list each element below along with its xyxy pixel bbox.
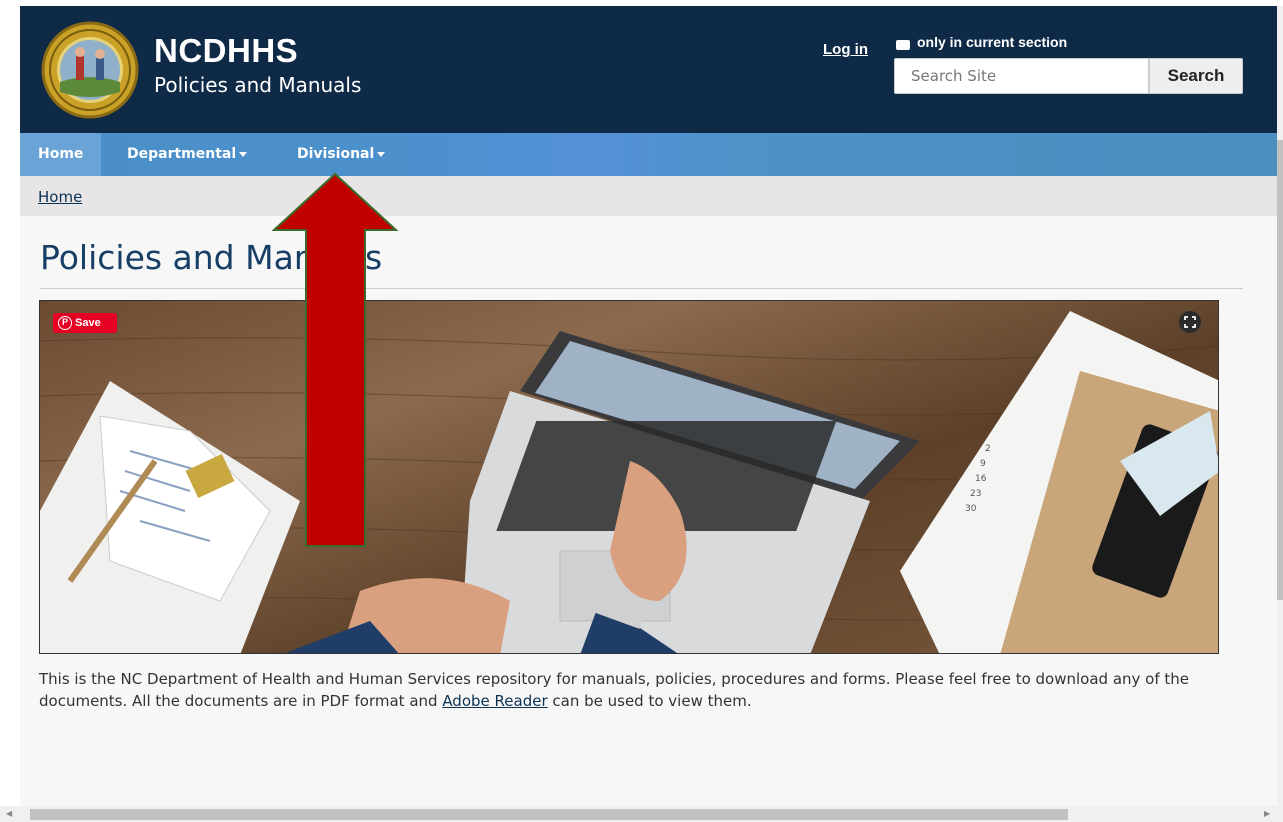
- nav-item-divisional[interactable]: Divisional: [279, 133, 403, 176]
- title-divider: [40, 288, 1243, 289]
- chevron-down-icon: [377, 151, 386, 157]
- intro-text-end: can be used to view them.: [547, 692, 752, 710]
- brand-subtitle[interactable]: Policies and Manuals: [154, 75, 361, 95]
- nav-item-label: Home: [38, 146, 84, 162]
- brand-title[interactable]: NCDHHS: [154, 34, 298, 67]
- adobe-reader-link[interactable]: Adobe Reader: [442, 692, 547, 710]
- nav-item-label: Departmental: [127, 146, 237, 162]
- breadcrumb: Home: [20, 176, 1277, 216]
- red-arrow-annotation: [271, 172, 399, 547]
- state-seal-icon[interactable]: [40, 20, 140, 120]
- scroll-left-icon[interactable]: ◀: [6, 809, 12, 818]
- vertical-scrollbar-thumb[interactable]: [1277, 140, 1283, 600]
- nav-item-departmental[interactable]: Departmental: [109, 133, 265, 176]
- horizontal-scrollbar-thumb[interactable]: [30, 809, 1068, 820]
- scroll-right-icon[interactable]: ▶: [1264, 809, 1270, 818]
- site-header: NCDHHS Policies and Manuals Log in only …: [20, 6, 1277, 134]
- login-link[interactable]: Log in: [823, 41, 868, 58]
- main-nav: Home Departmental Divisional: [20, 133, 1277, 176]
- intro-paragraph: This is the NC Department of Health and …: [39, 668, 1249, 712]
- search-input[interactable]: [894, 58, 1149, 94]
- chevron-down-icon: [239, 151, 248, 157]
- svg-text:9: 9: [980, 459, 986, 469]
- frame-left: [0, 0, 20, 822]
- breadcrumb-home-link[interactable]: Home: [38, 188, 82, 206]
- svg-text:2: 2: [985, 444, 991, 454]
- svg-text:16: 16: [975, 474, 987, 484]
- section-checkbox-label: only in current section: [917, 34, 1068, 50]
- pin-save-label: Save: [75, 317, 101, 329]
- svg-text:30: 30: [965, 504, 977, 514]
- nav-item-label: Divisional: [297, 146, 375, 162]
- hero-image: 2 9 16 23 30: [39, 300, 1219, 654]
- search-button[interactable]: Search: [1149, 58, 1243, 94]
- section-checkbox[interactable]: [896, 40, 910, 50]
- nav-item-home[interactable]: Home: [20, 133, 102, 176]
- pinterest-icon: P: [58, 316, 72, 330]
- expand-icon[interactable]: [1179, 311, 1201, 333]
- pinterest-save-button[interactable]: P Save: [53, 313, 117, 333]
- svg-text:23: 23: [970, 489, 981, 499]
- hero-illustration: 2 9 16 23 30: [40, 311, 1218, 653]
